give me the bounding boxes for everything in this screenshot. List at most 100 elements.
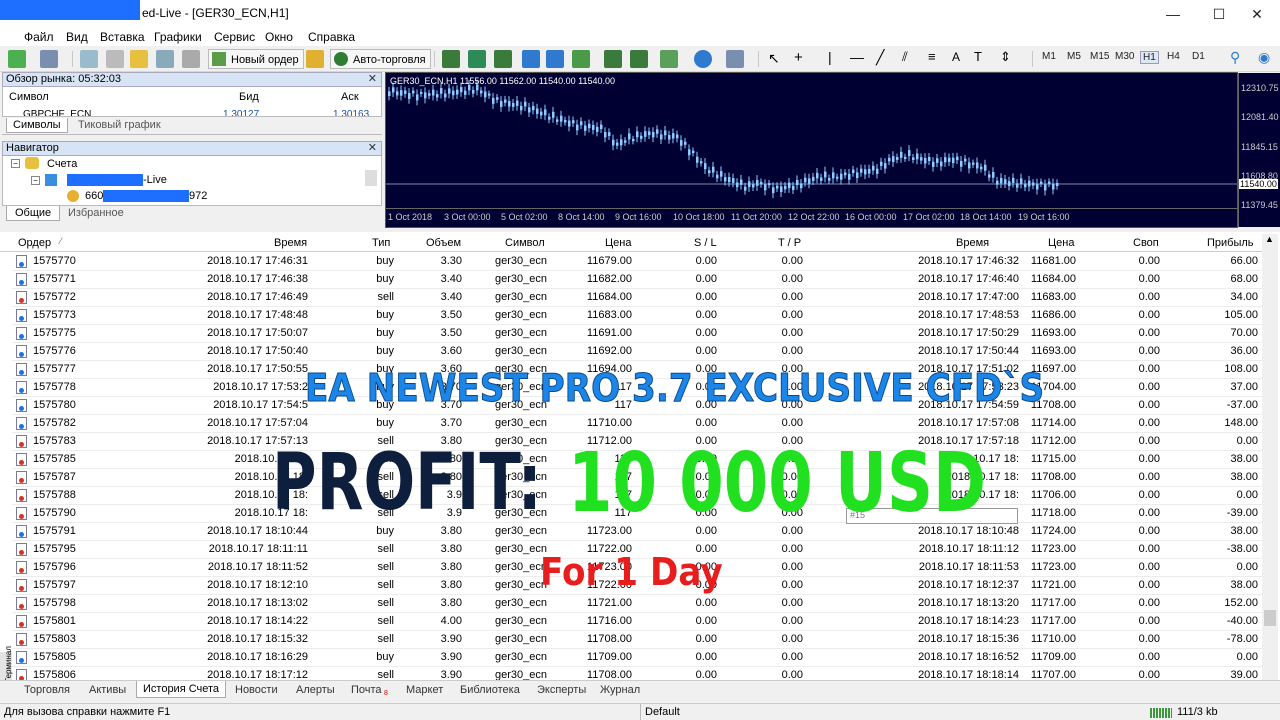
col-ask-header[interactable]: Аск <box>341 91 359 103</box>
price-chart[interactable]: GER30_ECN,H1 11556.00 11562.00 11540.00 … <box>385 72 1280 228</box>
menu-tools[interactable]: Сервис <box>214 30 255 44</box>
table-row[interactable]: 1575775 2018.10.17 17:50:07 buy 3.50 ger30_e… <box>12 325 1262 343</box>
auto-trading-button[interactable]: Авто-торговля <box>330 49 431 69</box>
tab-library[interactable]: Библиотека <box>460 684 520 696</box>
sort-icon[interactable]: ⁄ <box>60 236 62 246</box>
timeframe-m30[interactable]: M30 <box>1115 51 1134 62</box>
profiles-icon[interactable] <box>40 50 58 68</box>
table-row[interactable]: 1575773 2018.10.17 17:48:48 buy 3.50 ger30_e… <box>12 307 1262 325</box>
new-chart-icon[interactable] <box>8 50 26 68</box>
col-close-price[interactable]: Цена <box>1048 237 1074 249</box>
col-volume[interactable]: Объем <box>426 237 461 249</box>
col-time[interactable]: Время <box>274 237 307 249</box>
col-price[interactable]: Цена <box>605 237 631 249</box>
zoom-out-icon[interactable] <box>546 50 564 68</box>
close-icon[interactable]: ✕ <box>368 142 377 155</box>
minimize-button[interactable]: — <box>1150 0 1196 28</box>
timeframe-h1[interactable]: H1 <box>1140 51 1159 64</box>
menu-view[interactable]: Вид <box>66 30 88 44</box>
account-number-prefix[interactable]: 660 <box>85 190 103 202</box>
accounts-label[interactable]: Счета <box>47 158 77 170</box>
col-close-time[interactable]: Время <box>956 237 989 249</box>
tab-news[interactable]: Новости <box>235 684 278 696</box>
col-profit[interactable]: Прибыль <box>1207 237 1254 249</box>
col-bid-header[interactable]: Бид <box>239 91 259 103</box>
tester-icon[interactable] <box>182 50 200 68</box>
menu-charts[interactable]: Графики <box>154 30 202 44</box>
tab-account-history[interactable]: История Счета <box>136 681 227 698</box>
tab-tick-chart[interactable]: Тиковый график <box>78 119 161 131</box>
col-order[interactable]: Ордер <box>18 237 51 249</box>
table-row[interactable]: 1575803 2018.10.17 18:15:32 sell 3.90 ger30_… <box>12 631 1262 649</box>
candlestick-icon[interactable] <box>468 50 486 68</box>
vertical-line-icon[interactable]: | <box>828 49 832 65</box>
col-swap[interactable]: Своп <box>1133 237 1159 249</box>
col-sl[interactable]: S / L <box>694 237 717 249</box>
search-icon[interactable]: ⚲ <box>1230 49 1240 66</box>
arrows-icon[interactable]: ⇕ <box>1000 49 1011 65</box>
tab-general[interactable]: Общие <box>6 206 61 221</box>
periods-icon[interactable] <box>694 50 712 68</box>
close-icon[interactable]: ✕ <box>368 73 377 86</box>
tab-exposure[interactable]: Активы <box>89 684 126 696</box>
scroll-up-icon[interactable]: ▲ <box>1265 234 1274 244</box>
tab-market[interactable]: Маркет <box>406 684 443 696</box>
timeframe-m5[interactable]: M5 <box>1067 51 1081 62</box>
tab-mailbox[interactable]: Почта <box>351 684 382 696</box>
table-row[interactable]: 1575801 2018.10.17 18:14:22 sell 4.00 ger30_… <box>12 613 1262 631</box>
channel-icon[interactable]: ⫽ <box>902 49 908 65</box>
collapse-icon[interactable]: − <box>11 159 20 168</box>
scrollbar-thumb[interactable] <box>365 170 377 186</box>
zoom-in-icon[interactable] <box>522 50 540 68</box>
table-row[interactable]: 1575771 2018.10.17 17:46:38 buy 3.40 ger30_e… <box>12 271 1262 289</box>
menu-window[interactable]: Окно <box>265 30 293 44</box>
table-row[interactable]: 1575770 2018.10.17 17:46:31 buy 3.30 ger30_e… <box>12 253 1262 271</box>
horizontal-line-icon[interactable]: — <box>850 49 864 65</box>
col-type[interactable]: Тип <box>372 237 390 249</box>
tab-symbols[interactable]: Символы <box>6 118 68 133</box>
tab-journal[interactable]: Журнал <box>600 684 640 696</box>
table-row[interactable]: 1575776 2018.10.17 17:50:40 buy 3.60 ger30_e… <box>12 343 1262 361</box>
indicators-icon[interactable] <box>660 50 678 68</box>
col-symbol-header[interactable]: Символ <box>9 91 49 103</box>
timeframe-m15[interactable]: M15 <box>1090 51 1109 62</box>
templates-icon[interactable] <box>726 50 744 68</box>
tab-experts[interactable]: Эксперты <box>537 684 586 696</box>
timeframe-d1[interactable]: D1 <box>1192 51 1205 62</box>
table-row[interactable]: 1575782 2018.10.17 17:57:04 buy 3.70 ger30_e… <box>12 415 1262 433</box>
account-number-suffix[interactable]: 972 <box>189 190 207 202</box>
navigator-icon[interactable] <box>130 50 148 68</box>
new-order-button[interactable]: Новый ордер <box>208 49 304 69</box>
collapse-icon[interactable]: − <box>31 176 40 185</box>
table-row[interactable]: 1575772 2018.10.17 17:46:49 sell 3.40 ger30_… <box>12 289 1262 307</box>
table-row[interactable]: 1575798 2018.10.17 18:13:02 sell 3.80 ger30_… <box>12 595 1262 613</box>
col-tp[interactable]: T / P <box>778 237 801 249</box>
autoscroll-icon[interactable] <box>604 50 622 68</box>
symbol-row[interactable]: GBPCHF_ECN <box>23 109 91 116</box>
table-row[interactable]: 1575805 2018.10.17 18:16:29 buy 3.90 ger30_e… <box>12 649 1262 667</box>
menu-insert[interactable]: Вставка <box>100 30 145 44</box>
scrollbar-thumb[interactable] <box>1264 610 1276 626</box>
chat-icon[interactable]: ◉ <box>1258 49 1270 66</box>
tab-alerts[interactable]: Алерты <box>296 684 335 696</box>
col-symbol[interactable]: Символ <box>505 237 545 249</box>
timeframe-h4[interactable]: H4 <box>1167 51 1180 62</box>
line-chart-icon[interactable] <box>494 50 512 68</box>
menu-file[interactable]: Файл <box>24 30 54 44</box>
bar-chart-icon[interactable] <box>442 50 460 68</box>
tile-windows-icon[interactable] <box>572 50 590 68</box>
text-tool-icon[interactable]: A <box>952 50 960 64</box>
tab-trade[interactable]: Торговля <box>24 684 70 696</box>
fibonacci-icon[interactable]: ≡ <box>928 49 936 64</box>
text-label-icon[interactable]: T <box>974 49 982 64</box>
table-row[interactable]: 1575806 2018.10.17 18:17:12 sell 3.90 ger30_… <box>12 667 1262 681</box>
tab-favorites[interactable]: Избранное <box>68 207 124 219</box>
metaeditor-icon[interactable] <box>306 50 324 68</box>
data-window-icon[interactable] <box>106 50 124 68</box>
chart-shift-icon[interactable] <box>630 50 648 68</box>
menu-help[interactable]: Справка <box>308 30 355 44</box>
close-button[interactable]: ✕ <box>1234 0 1280 28</box>
market-watch-icon[interactable] <box>80 50 98 68</box>
cursor-icon[interactable]: ↖ <box>768 50 780 67</box>
terminal-icon[interactable] <box>156 50 174 68</box>
